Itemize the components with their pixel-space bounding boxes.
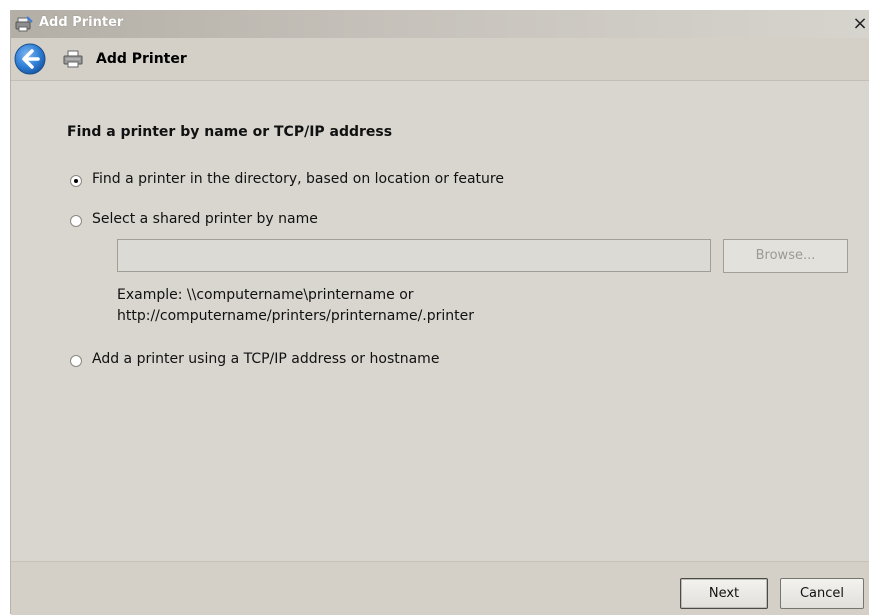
radio-label-shared-printer[interactable]: Select a shared printer by name [92, 211, 318, 227]
wizard-title: Add Printer [96, 51, 187, 67]
example-text-line-1: Example: \\computername\printername or [117, 287, 414, 303]
printer-wizard-icon [15, 16, 33, 32]
back-arrow-icon [14, 43, 46, 75]
example-text-line-2: http://computername/printers/printername… [117, 308, 475, 324]
back-button[interactable] [13, 42, 47, 76]
browse-button[interactable]: Browse... [723, 239, 848, 273]
radio-label-find-in-directory[interactable]: Find a printer in the directory, based o… [92, 171, 504, 187]
cancel-button[interactable]: Cancel [780, 578, 864, 609]
section-heading: Find a printer by name or TCP/IP address [67, 124, 393, 140]
radio-tcpip-address[interactable] [70, 355, 82, 367]
close-button[interactable]: × [851, 13, 869, 35]
printer-icon [63, 50, 83, 68]
radio-label-tcpip-address[interactable]: Add a printer using a TCP/IP address or … [92, 351, 439, 367]
wizard-content: Find a printer by name or TCP/IP address… [11, 81, 869, 561]
wizard-header: Add Printer [11, 38, 869, 81]
title-bar[interactable]: Add Printer × [11, 10, 869, 38]
next-button[interactable]: Next [680, 578, 768, 609]
radio-find-in-directory[interactable] [70, 175, 82, 187]
radio-shared-printer[interactable] [70, 215, 82, 227]
wizard-footer: Next Cancel [11, 561, 869, 615]
add-printer-window: Add Printer × Add Printer Find a printer… [10, 10, 869, 615]
window-title: Add Printer [39, 15, 124, 30]
shared-printer-name-input[interactable] [117, 239, 711, 272]
